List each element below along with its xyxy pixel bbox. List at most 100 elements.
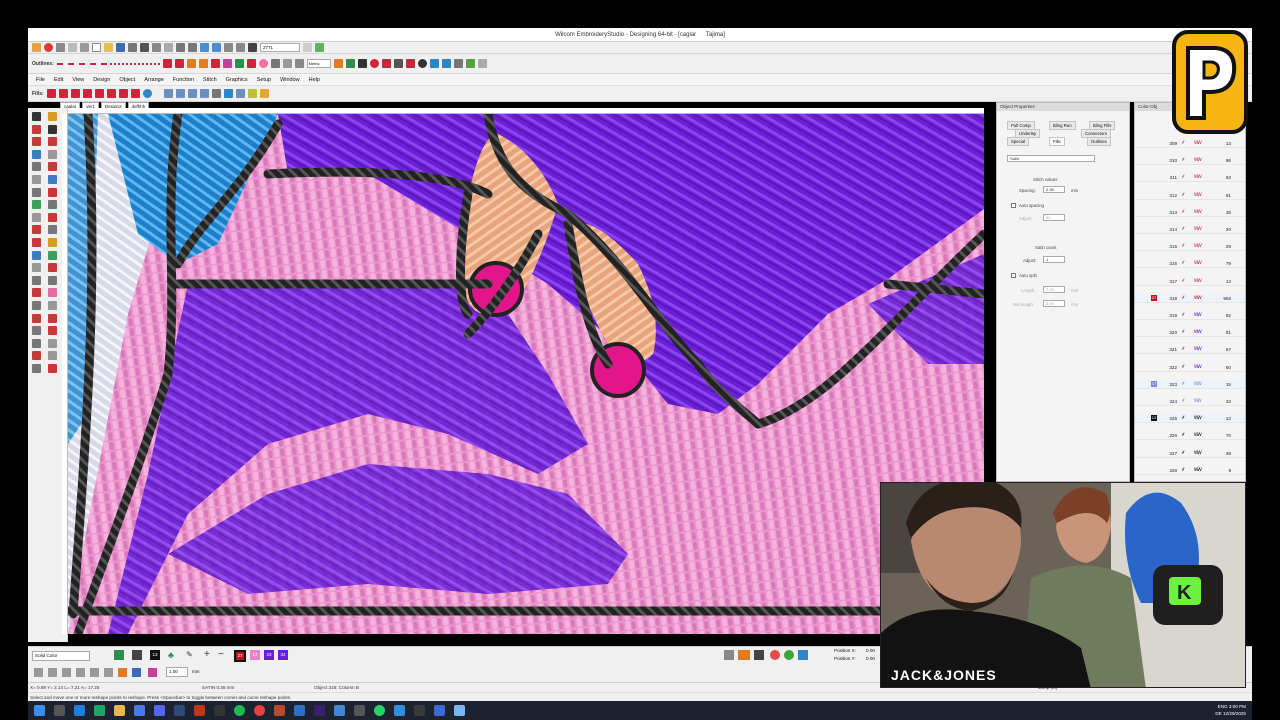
curve-tool-icon[interactable]: [32, 162, 41, 172]
align-icon[interactable]: [429, 59, 439, 68]
object-row[interactable]: 319 ⸙ ᴡᴡ 92: [1135, 311, 1245, 320]
snipping-icon[interactable]: [454, 705, 465, 716]
group-icon[interactable]: [235, 89, 245, 98]
menu-stitch[interactable]: Stitch: [203, 74, 217, 85]
view-icon[interactable]: [724, 650, 734, 660]
auto-split-checkbox[interactable]: [1011, 273, 1016, 278]
tool-icon-39[interactable]: [32, 351, 41, 361]
task-view-icon[interactable]: [54, 705, 65, 716]
paste-icon[interactable]: [164, 43, 173, 52]
color-swatch-27[interactable]: 27: [234, 650, 246, 662]
tool-icon-40[interactable]: [48, 351, 57, 361]
new-file-icon[interactable]: [92, 43, 101, 52]
select-all-icon[interactable]: [76, 668, 85, 677]
column-b-icon[interactable]: [222, 59, 232, 68]
file-explorer-icon[interactable]: [114, 705, 125, 716]
edge-icon[interactable]: [74, 705, 85, 716]
color-swatch-17[interactable]: 17: [250, 650, 260, 660]
units-select[interactable]: Metric: [306, 59, 331, 68]
tool-icon-37[interactable]: [32, 338, 41, 348]
select-group-icon[interactable]: [104, 668, 113, 677]
stitch-player-icon[interactable]: [224, 43, 233, 52]
hatch-icon[interactable]: [282, 59, 292, 68]
tab-special[interactable]: Special: [1007, 137, 1030, 146]
auto-spacing-checkbox[interactable]: [1011, 203, 1016, 208]
discord-icon[interactable]: [154, 705, 165, 716]
home-icon[interactable]: [32, 43, 41, 52]
color-swatch-33[interactable]: 33: [264, 650, 274, 660]
color-mode-select[interactable]: Solid Color: [32, 651, 90, 661]
fill-type-select[interactable]: Satin: [1007, 155, 1095, 162]
cut-icon[interactable]: [140, 43, 149, 52]
tool-icon-38[interactable]: [48, 338, 57, 348]
shape-tool-icon[interactable]: [32, 149, 41, 159]
reshape-icon[interactable]: [48, 112, 57, 121]
tool-icon-31[interactable]: [32, 301, 41, 310]
lightroom-icon[interactable]: [174, 705, 185, 716]
info-icon[interactable]: [417, 59, 427, 68]
split-icon[interactable]: [381, 59, 391, 68]
mirror-h-icon[interactable]: [163, 89, 173, 98]
object-row[interactable]: 324 ⸙ ᴡᴡ 33: [1135, 397, 1245, 406]
green-square-icon[interactable]: [315, 43, 324, 52]
wilcom-taskbar-icon[interactable]: [434, 705, 445, 716]
menu-graphics[interactable]: Graphics: [226, 74, 248, 85]
tab-fills[interactable]: Fills: [1049, 137, 1065, 146]
satin-outline-icon[interactable]: [162, 59, 172, 68]
line-tool-icon[interactable]: [48, 149, 57, 159]
fast-forward-icon[interactable]: [248, 43, 257, 52]
fill-contour-icon[interactable]: [82, 89, 92, 98]
menu-object[interactable]: Object: [119, 74, 135, 85]
refresh-icon[interactable]: [294, 59, 304, 68]
tool-icon-34[interactable]: [48, 313, 57, 323]
tool-icon-28[interactable]: [48, 275, 57, 285]
object-row[interactable]: 310 ⸙ ᴡᴡ 96: [1135, 156, 1245, 166]
obs-icon[interactable]: [214, 705, 225, 716]
select-branch-icon[interactable]: [90, 668, 99, 677]
column-a-icon[interactable]: [210, 59, 220, 68]
tab-outlines[interactable]: Outlines: [1087, 137, 1111, 146]
color-circle-icon[interactable]: [770, 650, 780, 660]
object-row[interactable]: 13 325 ⸙ ᴡᴡ 13: [1135, 414, 1245, 424]
undo-icon[interactable]: [176, 43, 185, 52]
fill-cross-icon[interactable]: [118, 89, 128, 98]
save-icon[interactable]: [116, 43, 125, 52]
bezier-tool-icon[interactable]: [48, 175, 57, 184]
object-row[interactable]: 17 323 ⸙ ᴡᴡ 15: [1135, 379, 1245, 389]
measure-icon[interactable]: [345, 59, 355, 68]
cycle-icon[interactable]: [211, 89, 221, 98]
tool-icon-41[interactable]: [32, 364, 41, 373]
whatsapp-icon[interactable]: [374, 705, 385, 716]
rotate-right-icon[interactable]: [199, 89, 209, 98]
fill-tatami-icon[interactable]: [58, 89, 68, 98]
fill-motif-icon[interactable]: [94, 89, 104, 98]
tree-icon[interactable]: ♣: [168, 650, 178, 660]
browser-icon[interactable]: [334, 705, 345, 716]
tool-icon-29[interactable]: [32, 288, 41, 298]
travel-forward-icon[interactable]: [212, 43, 221, 52]
outline-tool-icon[interactable]: [32, 137, 41, 147]
open-folder-icon[interactable]: [104, 43, 113, 52]
select-object-icon[interactable]: [34, 668, 43, 677]
target-icon[interactable]: [357, 59, 367, 68]
cloud-icon[interactable]: [80, 43, 89, 52]
object-row[interactable]: 309 ⸙ ᴡᴡ 13: [1135, 139, 1245, 148]
color-swatch-13[interactable]: 13: [150, 650, 160, 660]
object-row[interactable]: 326 ⸙ ᴡᴡ 70: [1135, 431, 1245, 441]
eyedropper-icon[interactable]: [132, 650, 142, 660]
redo-icon[interactable]: [188, 43, 197, 52]
menu-function[interactable]: Function: [173, 74, 194, 85]
color-blend-icon[interactable]: [118, 668, 127, 677]
object-row[interactable]: 311 ⸙ ᴡᴡ 63: [1135, 173, 1245, 183]
select-stitch-icon[interactable]: [48, 668, 57, 677]
tool-icon-21[interactable]: [32, 238, 41, 247]
jump-icon[interactable]: [303, 43, 312, 52]
copy-icon[interactable]: [152, 43, 161, 52]
travel-icon[interactable]: [200, 43, 209, 52]
pencil-icon[interactable]: ✎: [186, 650, 196, 660]
pink-select-icon[interactable]: [148, 668, 157, 677]
mirror-icon[interactable]: [393, 59, 403, 68]
object-row[interactable]: 322 ⸙ ᴡᴡ 50: [1135, 363, 1245, 372]
fill-satin-icon[interactable]: [46, 89, 56, 98]
zoom-factor-input[interactable]: 1.00: [166, 667, 188, 677]
